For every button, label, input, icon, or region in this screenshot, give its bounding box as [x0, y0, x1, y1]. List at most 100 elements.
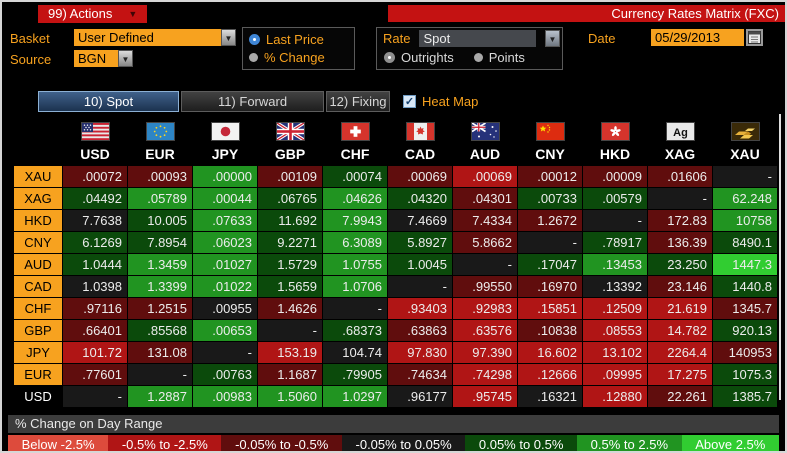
- matrix-cell[interactable]: .04320: [388, 188, 452, 209]
- matrix-cell[interactable]: .17047: [518, 254, 582, 275]
- matrix-cell[interactable]: .10838: [518, 320, 582, 341]
- calendar-icon[interactable]: [746, 29, 763, 46]
- matrix-cell[interactable]: 22.261: [648, 386, 712, 407]
- matrix-cell[interactable]: 1.4626: [258, 298, 322, 319]
- matrix-cell[interactable]: .00093: [128, 166, 192, 187]
- matrix-cell[interactable]: .00069: [388, 166, 452, 187]
- matrix-cell[interactable]: .97116: [63, 298, 127, 319]
- matrix-cell[interactable]: .00044: [193, 188, 257, 209]
- matrix-cell[interactable]: 9.2271: [258, 232, 322, 253]
- matrix-cell[interactable]: 1.0444: [63, 254, 127, 275]
- matrix-cell[interactable]: .16321: [518, 386, 582, 407]
- matrix-cell[interactable]: -: [323, 298, 387, 319]
- matrix-cell[interactable]: 14.782: [648, 320, 712, 341]
- matrix-cell[interactable]: .00983: [193, 386, 257, 407]
- matrix-cell[interactable]: .12509: [583, 298, 647, 319]
- matrix-cell[interactable]: .95745: [453, 386, 517, 407]
- matrix-cell[interactable]: .05789: [128, 188, 192, 209]
- radio-outrights[interactable]: Outrights: [384, 50, 454, 65]
- matrix-cell[interactable]: 172.83: [648, 210, 712, 231]
- matrix-cell[interactable]: .66401: [63, 320, 127, 341]
- matrix-cell[interactable]: .00074: [323, 166, 387, 187]
- matrix-cell[interactable]: 7.4669: [388, 210, 452, 231]
- matrix-cell[interactable]: .79905: [323, 364, 387, 385]
- matrix-cell[interactable]: 1440.8: [713, 276, 777, 297]
- matrix-cell[interactable]: 6.3089: [323, 232, 387, 253]
- matrix-cell[interactable]: .01022: [193, 276, 257, 297]
- matrix-cell[interactable]: -: [63, 386, 127, 407]
- matrix-cell[interactable]: .63863: [388, 320, 452, 341]
- matrix-cell[interactable]: .08553: [583, 320, 647, 341]
- matrix-cell[interactable]: .00653: [193, 320, 257, 341]
- matrix-cell[interactable]: 1.0045: [388, 254, 452, 275]
- matrix-cell[interactable]: -: [453, 254, 517, 275]
- matrix-cell[interactable]: .85568: [128, 320, 192, 341]
- matrix-cell[interactable]: .07633: [193, 210, 257, 231]
- matrix-cell[interactable]: .16970: [518, 276, 582, 297]
- matrix-cell[interactable]: .63576: [453, 320, 517, 341]
- matrix-cell[interactable]: .74634: [388, 364, 452, 385]
- matrix-cell[interactable]: .78917: [583, 232, 647, 253]
- matrix-cell[interactable]: 97.390: [453, 342, 517, 363]
- matrix-cell[interactable]: 1.2672: [518, 210, 582, 231]
- matrix-cell[interactable]: .09995: [583, 364, 647, 385]
- matrix-cell[interactable]: 13.102: [583, 342, 647, 363]
- matrix-cell[interactable]: .12666: [518, 364, 582, 385]
- matrix-cell[interactable]: 7.7638: [63, 210, 127, 231]
- matrix-cell[interactable]: 1385.7: [713, 386, 777, 407]
- matrix-cell[interactable]: .00579: [583, 188, 647, 209]
- matrix-cell[interactable]: .15851: [518, 298, 582, 319]
- matrix-cell[interactable]: 920.13: [713, 320, 777, 341]
- matrix-cell[interactable]: .01606: [648, 166, 712, 187]
- matrix-cell[interactable]: .04301: [453, 188, 517, 209]
- matrix-cell[interactable]: 1.2515: [128, 298, 192, 319]
- rate-select[interactable]: Spot: [419, 30, 536, 47]
- matrix-cell[interactable]: -: [193, 342, 257, 363]
- matrix-cell[interactable]: 140953: [713, 342, 777, 363]
- matrix-cell[interactable]: .74298: [453, 364, 517, 385]
- heat-map-toggle[interactable]: ✓ Heat Map: [403, 94, 478, 109]
- matrix-cell[interactable]: 23.146: [648, 276, 712, 297]
- matrix-cell[interactable]: 10.005: [128, 210, 192, 231]
- tab-10-spot[interactable]: 10) Spot: [38, 91, 179, 112]
- matrix-cell[interactable]: .00955: [193, 298, 257, 319]
- matrix-cell[interactable]: 11.692: [258, 210, 322, 231]
- matrix-cell[interactable]: 1.5060: [258, 386, 322, 407]
- matrix-cell[interactable]: 1.5729: [258, 254, 322, 275]
- matrix-cell[interactable]: 153.19: [258, 342, 322, 363]
- source-select[interactable]: BGN: [74, 50, 118, 67]
- date-input[interactable]: 05/29/2013: [651, 29, 744, 46]
- matrix-cell[interactable]: .00763: [193, 364, 257, 385]
- matrix-cell[interactable]: 5.8927: [388, 232, 452, 253]
- matrix-cell[interactable]: 1.0706: [323, 276, 387, 297]
- matrix-cell[interactable]: .04626: [323, 188, 387, 209]
- matrix-cell[interactable]: .00109: [258, 166, 322, 187]
- matrix-cell[interactable]: .04492: [63, 188, 127, 209]
- matrix-cell[interactable]: .13392: [583, 276, 647, 297]
- checkbox-checked-icon[interactable]: ✓: [403, 95, 416, 108]
- matrix-cell[interactable]: 136.39: [648, 232, 712, 253]
- matrix-cell[interactable]: -: [583, 210, 647, 231]
- matrix-cell[interactable]: 1.2887: [128, 386, 192, 407]
- matrix-cell[interactable]: 2264.4: [648, 342, 712, 363]
- matrix-cell[interactable]: .12880: [583, 386, 647, 407]
- matrix-cell[interactable]: 1075.3: [713, 364, 777, 385]
- tab-12-fixing[interactable]: 12) Fixing: [326, 91, 390, 112]
- matrix-cell[interactable]: .06023: [193, 232, 257, 253]
- matrix-cell[interactable]: 23.250: [648, 254, 712, 275]
- matrix-cell[interactable]: .00069: [453, 166, 517, 187]
- radio-change[interactable]: % Change: [249, 50, 348, 65]
- matrix-cell[interactable]: 7.4334: [453, 210, 517, 231]
- matrix-cell[interactable]: 104.74: [323, 342, 387, 363]
- matrix-cell[interactable]: 7.8954: [128, 232, 192, 253]
- basket-select[interactable]: User Defined: [74, 29, 221, 46]
- matrix-cell[interactable]: 131.08: [128, 342, 192, 363]
- matrix-cell[interactable]: .00009: [583, 166, 647, 187]
- matrix-cell[interactable]: .13453: [583, 254, 647, 275]
- tab-11-forward[interactable]: 11) Forward: [181, 91, 324, 112]
- matrix-cell[interactable]: .01027: [193, 254, 257, 275]
- matrix-cell[interactable]: -: [713, 166, 777, 187]
- matrix-cell[interactable]: .96177: [388, 386, 452, 407]
- radio-points[interactable]: Points: [473, 50, 525, 65]
- matrix-cell[interactable]: .00000: [193, 166, 257, 187]
